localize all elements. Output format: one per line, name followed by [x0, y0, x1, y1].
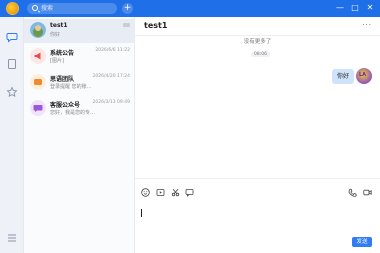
maximize-button[interactable]: □ — [351, 2, 359, 14]
conversation-item-service[interactable]: 客服公众号 2026/3/13 09:49 您好，我是您的专… — [24, 97, 135, 121]
message-bubble[interactable]: 你好 — [331, 69, 354, 84]
chat-icon[interactable] — [6, 28, 18, 43]
search-placeholder: 搜索 — [41, 5, 54, 12]
message-icon[interactable] — [185, 182, 194, 197]
emoji-icon[interactable] — [141, 182, 150, 197]
conversation-list: test1 你好 系统公告 2026/6/6 11:22 [图片] 思语团队 2… — [24, 17, 135, 253]
search-icon — [32, 5, 38, 11]
send-button[interactable]: 发送 — [352, 237, 372, 247]
avatar[interactable] — [356, 68, 372, 84]
conversation-preview: 你好 — [50, 32, 61, 38]
add-button[interactable]: + — [122, 3, 133, 14]
minimize-button[interactable]: — — [336, 2, 344, 14]
app-logo-icon — [6, 2, 19, 15]
app-window: 搜索 + — □ ✕ test1 你好 系统公告 2026/6/6 11:22 … — [0, 0, 380, 253]
message-input[interactable] — [141, 209, 142, 217]
conversation-name: 客服公众号 — [50, 102, 81, 109]
menu-icon[interactable] — [6, 229, 18, 242]
favorites-icon[interactable] — [6, 83, 18, 97]
conversation-name: 思语团队 — [50, 76, 75, 83]
contacts-icon[interactable] — [6, 55, 18, 69]
more-options-button[interactable]: ··· — [362, 21, 372, 29]
conversation-name: 系统公告 — [50, 50, 75, 57]
phone-icon[interactable] — [348, 182, 357, 197]
chat-panel: test1 ··· 没有更多了 08:06 测试 你好 发送 — [135, 17, 380, 253]
search-input[interactable]: 搜索 — [27, 3, 117, 14]
conversation-preview: 登录提醒 您的账… — [50, 84, 92, 90]
conversation-name: test1 — [50, 22, 68, 29]
conversation-preview: 您好，我是您的专… — [50, 110, 96, 116]
divider — [135, 178, 380, 179]
conversation-time: 2026/6/6 11:22 — [95, 48, 130, 53]
title-bar: 搜索 + — □ ✕ — [0, 0, 380, 17]
team-icon — [30, 74, 46, 90]
conversation-item-test1[interactable]: test1 你好 — [24, 19, 135, 43]
conversation-item-team[interactable]: 思语团队 2026/4/20 17:24 登录提醒 您的账… — [24, 71, 135, 95]
service-chat-icon — [30, 100, 46, 116]
image-icon[interactable] — [156, 182, 165, 196]
no-more-messages[interactable]: 没有更多了 — [135, 37, 380, 45]
avatar — [30, 22, 46, 38]
chat-title: test1 — [144, 21, 168, 30]
video-call-icon[interactable] — [363, 182, 372, 196]
conversation-item-announcement[interactable]: 系统公告 2026/6/6 11:22 [图片] — [24, 45, 135, 69]
message-time: 08:06 — [251, 52, 270, 57]
conversation-time: 2026/4/20 17:24 — [92, 74, 130, 79]
nav-rail — [0, 17, 24, 253]
close-button[interactable]: ✕ — [366, 2, 374, 14]
megaphone-icon — [30, 48, 46, 64]
status-badge — [123, 23, 130, 27]
conversation-preview: [图片] — [50, 58, 64, 64]
divider — [135, 35, 380, 36]
window-controls: — □ ✕ — [336, 2, 374, 14]
scissors-icon[interactable] — [171, 182, 180, 197]
conversation-time: 2026/3/13 09:49 — [92, 100, 130, 105]
